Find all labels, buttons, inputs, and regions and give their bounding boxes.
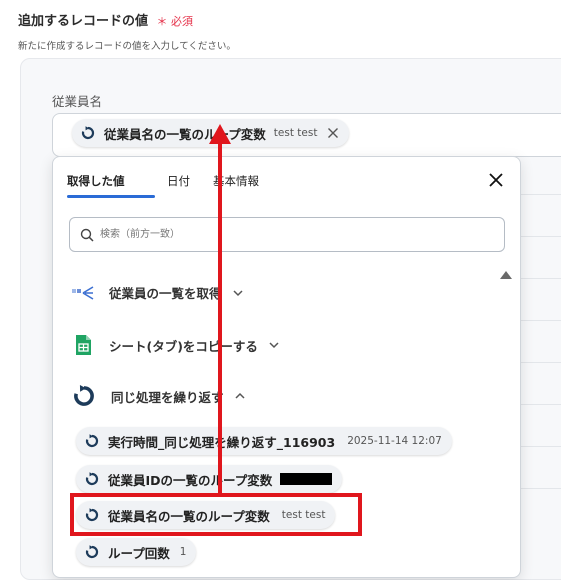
tab-acquired-values[interactable]: 取得した値 <box>67 173 125 189</box>
row-divider <box>520 320 561 321</box>
loop-icon <box>85 545 99 559</box>
active-tab-indicator <box>67 195 155 198</box>
group-label: 従業員の一覧を取得 <box>109 286 222 301</box>
loop-icon <box>85 472 99 486</box>
google-sheets-icon <box>76 335 91 355</box>
row-divider <box>520 404 561 405</box>
row-divider <box>520 278 561 279</box>
loop-icon <box>74 384 94 406</box>
section-title: 追加するレコードの値 ＊ 必須 <box>18 10 193 29</box>
row-divider <box>520 236 561 237</box>
loop-icon <box>81 126 95 140</box>
item-value: 1 <box>179 546 187 558</box>
group-copy-sheet[interactable]: シート(タブ)をコピーする <box>71 333 280 357</box>
chevron-down-icon <box>269 342 279 349</box>
required-mark: ＊ <box>156 15 168 28</box>
search-field[interactable] <box>69 217 505 252</box>
row-divider <box>520 446 561 447</box>
remove-chip-icon[interactable] <box>327 127 339 139</box>
annotation-arrow-head <box>209 124 231 144</box>
item-label: 従業員IDの一覧のループ変数 <box>108 472 273 488</box>
list-item-loop-count[interactable]: ループ回数 1 <box>76 538 197 566</box>
highlight-box <box>70 493 362 536</box>
row-divider <box>520 488 561 489</box>
loop-icon <box>85 434 99 448</box>
search-input[interactable] <box>98 228 482 241</box>
search-icon <box>80 228 94 242</box>
chip-label: 従業員名の一覧のループ変数 <box>104 126 266 142</box>
section-title-text: 追加するレコードの値 <box>18 14 149 29</box>
row-divider <box>520 194 561 195</box>
tab-date[interactable]: 日付 <box>167 173 190 189</box>
list-item-employee-id-loop[interactable]: 従業員IDの一覧のループ変数 <box>76 465 343 493</box>
scroll-up-icon[interactable] <box>500 271 512 279</box>
section-description: 新たに作成するレコードの値を入力してください。 <box>18 41 236 52</box>
row-divider <box>520 362 561 363</box>
redacted-value <box>280 473 333 485</box>
chip-value: test test <box>273 127 318 139</box>
chevron-up-icon <box>234 392 245 399</box>
chevron-down-icon <box>232 289 243 296</box>
close-icon[interactable] <box>487 171 505 189</box>
item-label: ループ回数 <box>108 545 170 561</box>
required-label: 必須 <box>171 15 194 28</box>
annotation-arrow-shaft <box>218 138 222 494</box>
group-label: 同じ処理を繰り返す <box>111 389 224 405</box>
group-label: シート(タブ)をコピーする <box>109 338 258 354</box>
list-item-execution-time[interactable]: 実行時間_同じ処理を繰り返す_116903 2025-11-14 12:07 <box>76 427 452 455</box>
field-label: 従業員名 <box>52 94 103 109</box>
app-logo-icon <box>72 285 94 300</box>
required-badge: ＊ 必須 <box>157 15 194 28</box>
item-value: 2025-11-14 12:07 <box>347 435 442 447</box>
